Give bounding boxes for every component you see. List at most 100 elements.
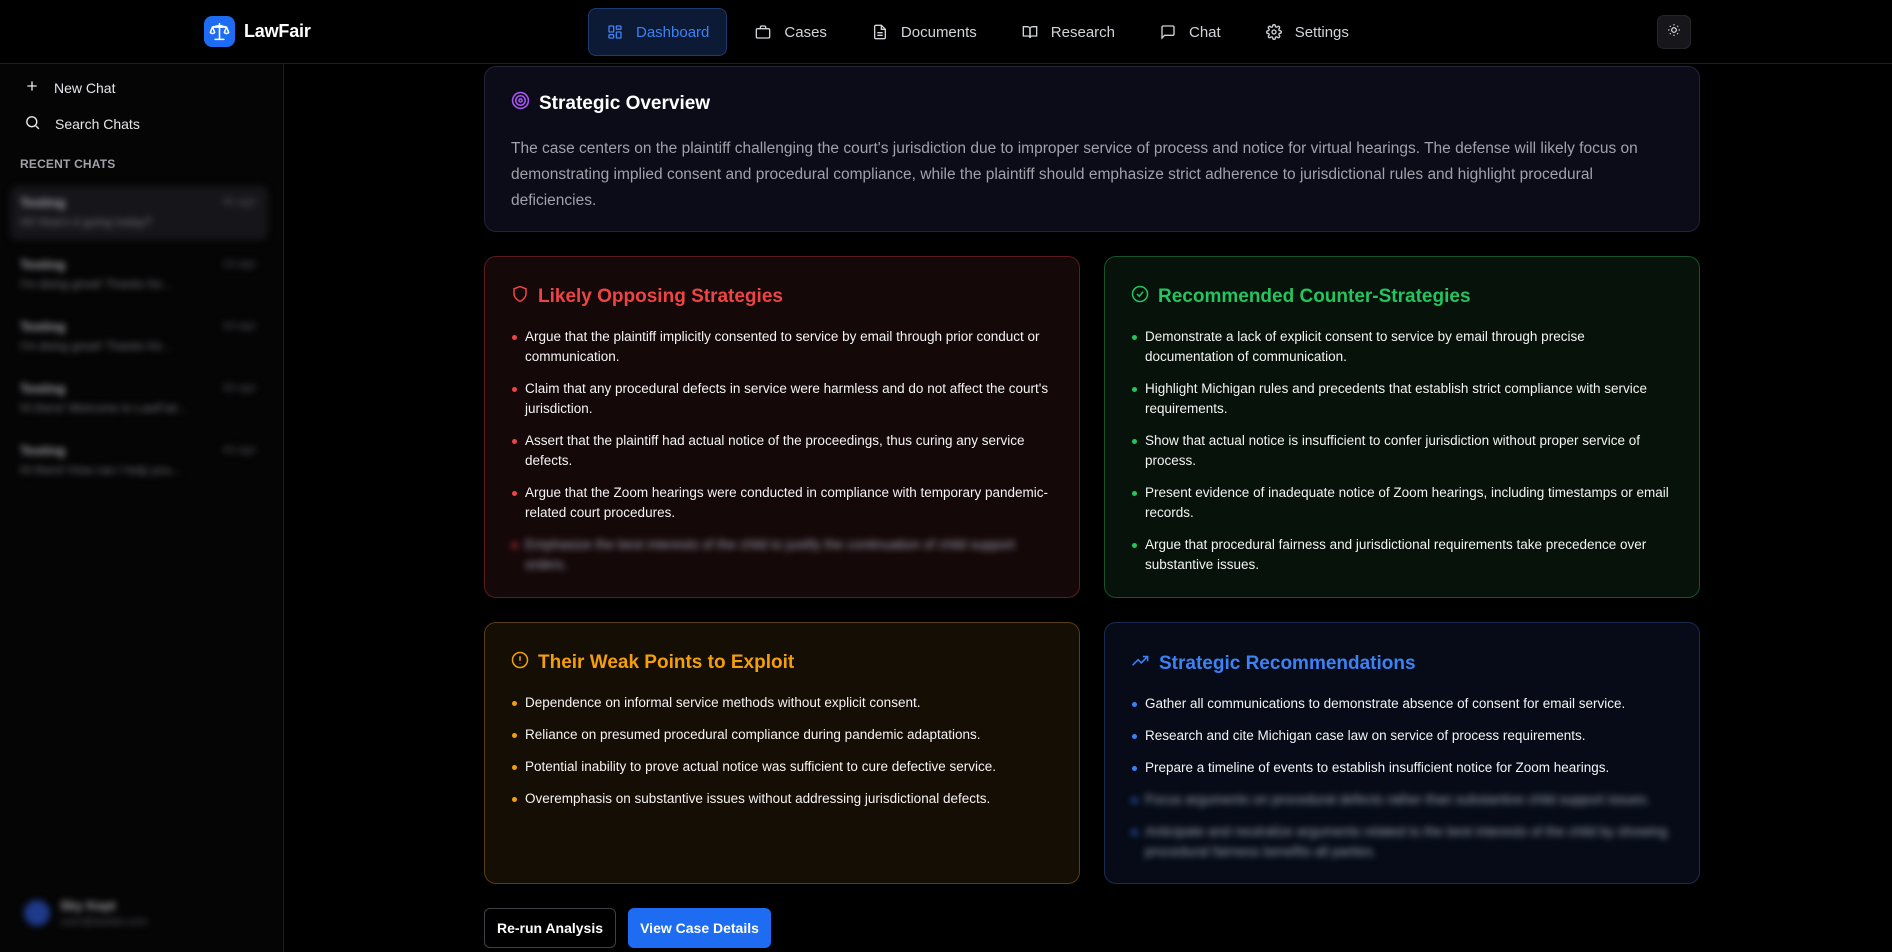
nav-label: Cases <box>784 23 827 41</box>
strategic-recommendations-card: Strategic Recommendations Gather all com… <box>1104 622 1700 884</box>
nav-settings[interactable]: Settings <box>1248 8 1366 56</box>
search-chats-button[interactable]: Search Chats <box>24 114 140 134</box>
document-icon <box>871 23 889 41</box>
search-icon <box>24 114 41 134</box>
list-item: Anticipate and neutralize arguments rela… <box>1131 822 1673 862</box>
list-item: Dependence on informal service methods w… <box>511 693 1053 713</box>
chat-list-item[interactable]: Testing 1d ago I'm doing great! Thanks f… <box>10 248 268 302</box>
counter-strategies-card: Recommended Counter-Strategies Demonstra… <box>1104 256 1700 598</box>
user-name: Sky Kept <box>60 898 116 913</box>
list-item: Gather all communications to demonstrate… <box>1131 694 1673 714</box>
chat-list-item[interactable]: Testing 3d ago Hi there! Welcome to LawF… <box>10 372 268 426</box>
chat-list-item[interactable]: Testing 4d ago Hi there! How can I help … <box>10 434 268 488</box>
weak-points-card: Their Weak Points to Exploit Dependence … <box>484 622 1080 884</box>
plus-icon <box>24 78 40 97</box>
chat-list-item[interactable]: Testing 4h ago Hi! How's it going today? <box>10 186 268 240</box>
overview-text: The case centers on the plaintiff challe… <box>511 140 1638 209</box>
nav-documents[interactable]: Documents <box>854 8 994 56</box>
chat-time: 4d ago <box>222 444 256 456</box>
nav-chat[interactable]: Chat <box>1142 8 1238 56</box>
list-item: Highlight Michigan rules and precedents … <box>1131 379 1673 419</box>
card-title: Recommended Counter-Strategies <box>1158 286 1471 307</box>
chat-preview: Hi there! Welcome to LawFair... <box>20 401 188 415</box>
chat-preview: I'm doing great! Thanks for... <box>20 277 172 291</box>
card-header: Likely Opposing Strategies <box>511 285 1053 309</box>
nav-label: Chat <box>1189 23 1221 41</box>
trending-up-icon <box>1131 651 1150 676</box>
scales-icon <box>204 16 235 47</box>
list-item: Emphasize the best interests of the chil… <box>511 535 1053 575</box>
gear-icon <box>1265 23 1283 41</box>
weak-points-list: Dependence on informal service methods w… <box>511 693 1053 809</box>
card-title: Their Weak Points to Exploit <box>538 652 795 673</box>
briefcase-icon <box>754 23 772 41</box>
nav-label: Settings <box>1294 23 1349 41</box>
user-email: user@lawfair.com <box>60 916 148 928</box>
new-chat-label: New Chat <box>54 79 116 96</box>
app-name: LawFair <box>244 21 311 41</box>
theme-toggle-button[interactable] <box>1657 15 1691 49</box>
list-item: Argue that procedural fairness and juris… <box>1131 535 1673 575</box>
user-profile[interactable]: Sky Kept user@lawfair.com <box>24 894 264 944</box>
recommendations-list: Gather all communications to demonstrate… <box>1131 694 1673 862</box>
card-title: Likely Opposing Strategies <box>538 286 783 307</box>
chat-preview: I'm doing great! Thanks for... <box>20 339 172 353</box>
list-item: Overemphasis on substantive issues witho… <box>511 789 1053 809</box>
card-title: Strategic Overview <box>539 92 711 114</box>
chat-icon <box>1159 23 1177 41</box>
rerun-analysis-button[interactable]: Re-run Analysis <box>484 908 616 948</box>
chat-list-item[interactable]: Testing 2d ago I'm doing great! Thanks f… <box>10 310 268 364</box>
target-icon <box>511 91 530 116</box>
view-case-details-button[interactable]: View Case Details <box>628 908 771 948</box>
strategy-list: Argue that the plaintiff implicitly cons… <box>511 327 1053 575</box>
recent-chats-heading: RECENT CHATS <box>20 157 116 171</box>
chat-time: 2d ago <box>222 320 256 332</box>
nav-research[interactable]: Research <box>1004 8 1132 56</box>
list-item: Show that actual notice is insufficient … <box>1131 431 1673 471</box>
chat-time: 1d ago <box>222 258 256 270</box>
list-item: Potential inability to prove actual noti… <box>511 757 1053 777</box>
main-nav: Dashboard Cases Documents Research Chat <box>588 8 1366 56</box>
card-header: Recommended Counter-Strategies <box>1131 285 1673 309</box>
list-item: Reliance on presumed procedural complian… <box>511 725 1053 745</box>
alert-circle-icon <box>511 651 529 675</box>
list-item: Argue that the Zoom hearings were conduc… <box>511 483 1053 523</box>
list-item: Prepare a timeline of events to establis… <box>1131 758 1673 778</box>
nav-label: Documents <box>900 23 977 41</box>
list-item: Assert that the plaintiff had actual not… <box>511 431 1053 471</box>
search-chats-label: Search Chats <box>55 116 140 132</box>
opposing-strategies-card: Likely Opposing Strategies Argue that th… <box>484 256 1080 598</box>
top-navigation-bar: LawFair Dashboard Cases Documents Resear… <box>0 0 1892 64</box>
chat-preview: Hi! How's it going today? <box>20 215 152 229</box>
chat-title: Testing <box>20 381 66 396</box>
list-item: Claim that any procedural defects in ser… <box>511 379 1053 419</box>
chat-preview: Hi there! How can I help you... <box>20 463 181 477</box>
shield-icon <box>511 285 529 309</box>
list-item: Research and cite Michigan case law on s… <box>1131 726 1673 746</box>
sidebar: New Chat Search Chats RECENT CHATS Testi… <box>0 64 284 952</box>
new-chat-button[interactable]: New Chat <box>24 78 115 97</box>
chat-time: 4h ago <box>222 196 256 208</box>
chat-title: Testing <box>20 443 66 458</box>
brand[interactable]: LawFair <box>204 16 311 47</box>
nav-label: Dashboard <box>636 23 710 41</box>
list-item: Argue that the plaintiff implicitly cons… <box>511 327 1053 367</box>
strategic-overview-card: Strategic Overview The case centers on t… <box>484 66 1700 232</box>
card-header: Strategic Overview <box>511 91 1673 116</box>
avatar <box>24 900 50 926</box>
check-circle-icon <box>1131 285 1149 309</box>
chat-title: Testing <box>20 319 66 334</box>
list-item: Focus arguments on procedural defects ra… <box>1131 790 1673 810</box>
book-icon <box>1021 23 1039 41</box>
nav-label: Research <box>1050 23 1115 41</box>
nav-cases[interactable]: Cases <box>737 8 844 56</box>
list-item: Demonstrate a lack of explicit consent t… <box>1131 327 1673 367</box>
strategy-list: Demonstrate a lack of explicit consent t… <box>1131 327 1673 575</box>
card-title: Strategic Recommendations <box>1159 652 1416 674</box>
sun-icon <box>1667 23 1681 42</box>
chat-time: 3d ago <box>222 382 256 394</box>
chat-title: Testing <box>20 257 66 272</box>
nav-dashboard[interactable]: Dashboard <box>588 8 728 56</box>
chat-title: Testing <box>20 195 66 210</box>
card-header: Strategic Recommendations <box>1131 651 1673 676</box>
